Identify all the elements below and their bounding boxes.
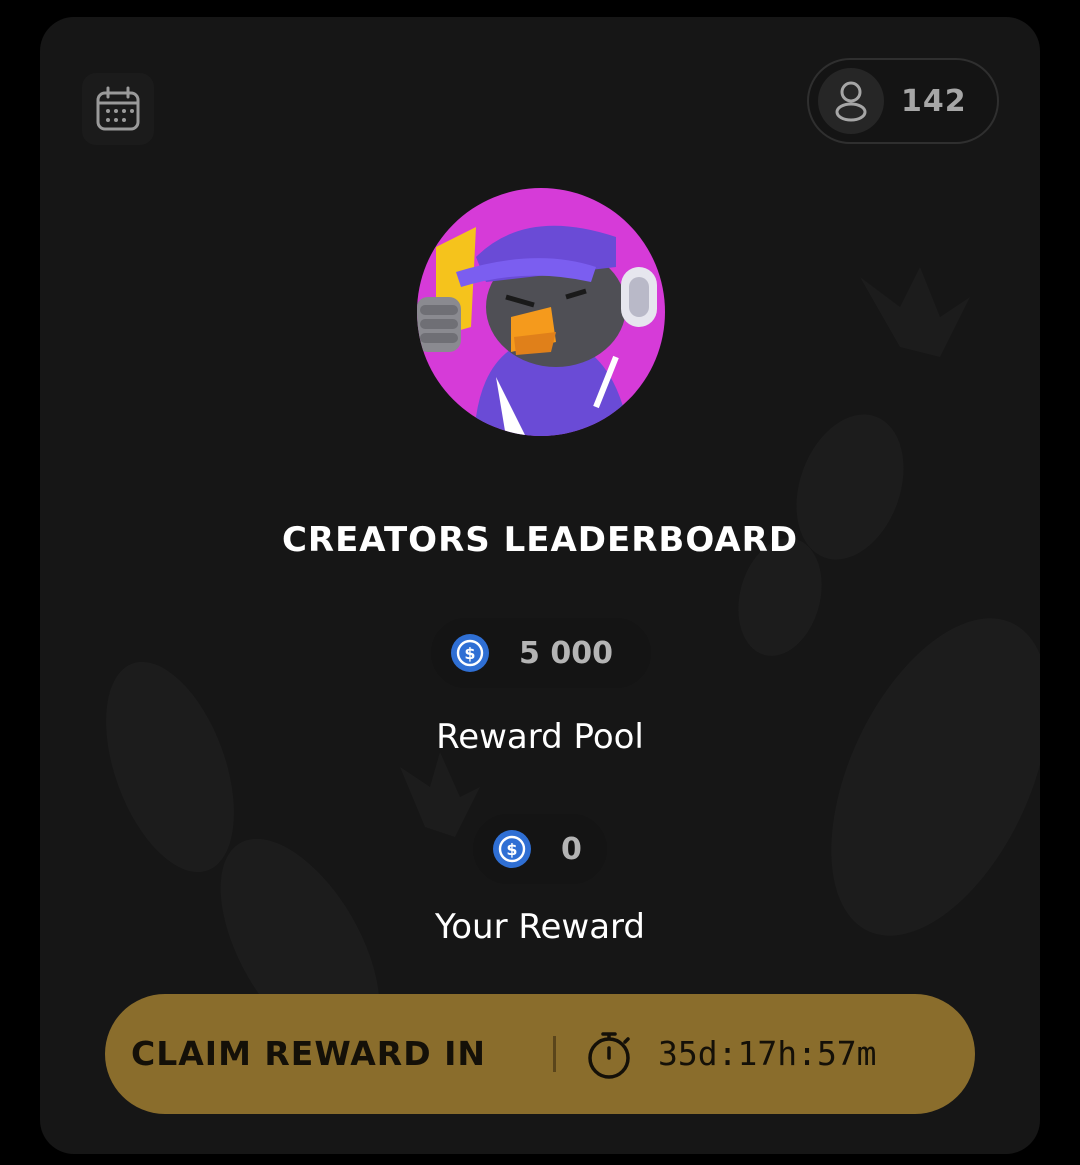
- usdc-coin-icon: $: [493, 830, 531, 868]
- reward-pool-label: Reward Pool: [436, 717, 644, 757]
- claim-reward-label: CLAIM REWARD IN: [131, 1034, 486, 1073]
- leaderboard-card: 142 CREATORS LEADERBOARD $ 5 000 Reward …: [40, 17, 1040, 1154]
- your-reward-label: Your Reward: [434, 907, 645, 947]
- svg-text:$: $: [464, 644, 475, 663]
- participants-badge[interactable]: 142: [807, 58, 999, 144]
- usdc-coin-icon: $: [451, 634, 489, 672]
- svg-text:$: $: [506, 840, 517, 859]
- calendar-icon: [96, 86, 140, 131]
- reward-pool-amount-badge: $ 5 000: [431, 618, 651, 688]
- leaderboard-title: CREATORS LEADERBOARD: [281, 520, 799, 560]
- stopwatch-icon: [588, 1032, 630, 1079]
- claim-reward-button[interactable]: CLAIM REWARD IN 35d:17h:57m: [105, 994, 975, 1114]
- duck-mascot-avatar: [417, 188, 665, 436]
- participants-count: 142: [901, 84, 967, 119]
- user-icon: [835, 81, 867, 122]
- participants-avatar: [818, 68, 884, 134]
- your-reward-amount: 0: [561, 831, 582, 867]
- your-reward-amount-badge: $ 0: [473, 814, 607, 884]
- claim-divider: [553, 1036, 556, 1072]
- calendar-button[interactable]: [82, 73, 154, 145]
- claim-countdown: 35d:17h:57m: [658, 1034, 877, 1073]
- reward-pool-amount: 5 000: [519, 635, 613, 671]
